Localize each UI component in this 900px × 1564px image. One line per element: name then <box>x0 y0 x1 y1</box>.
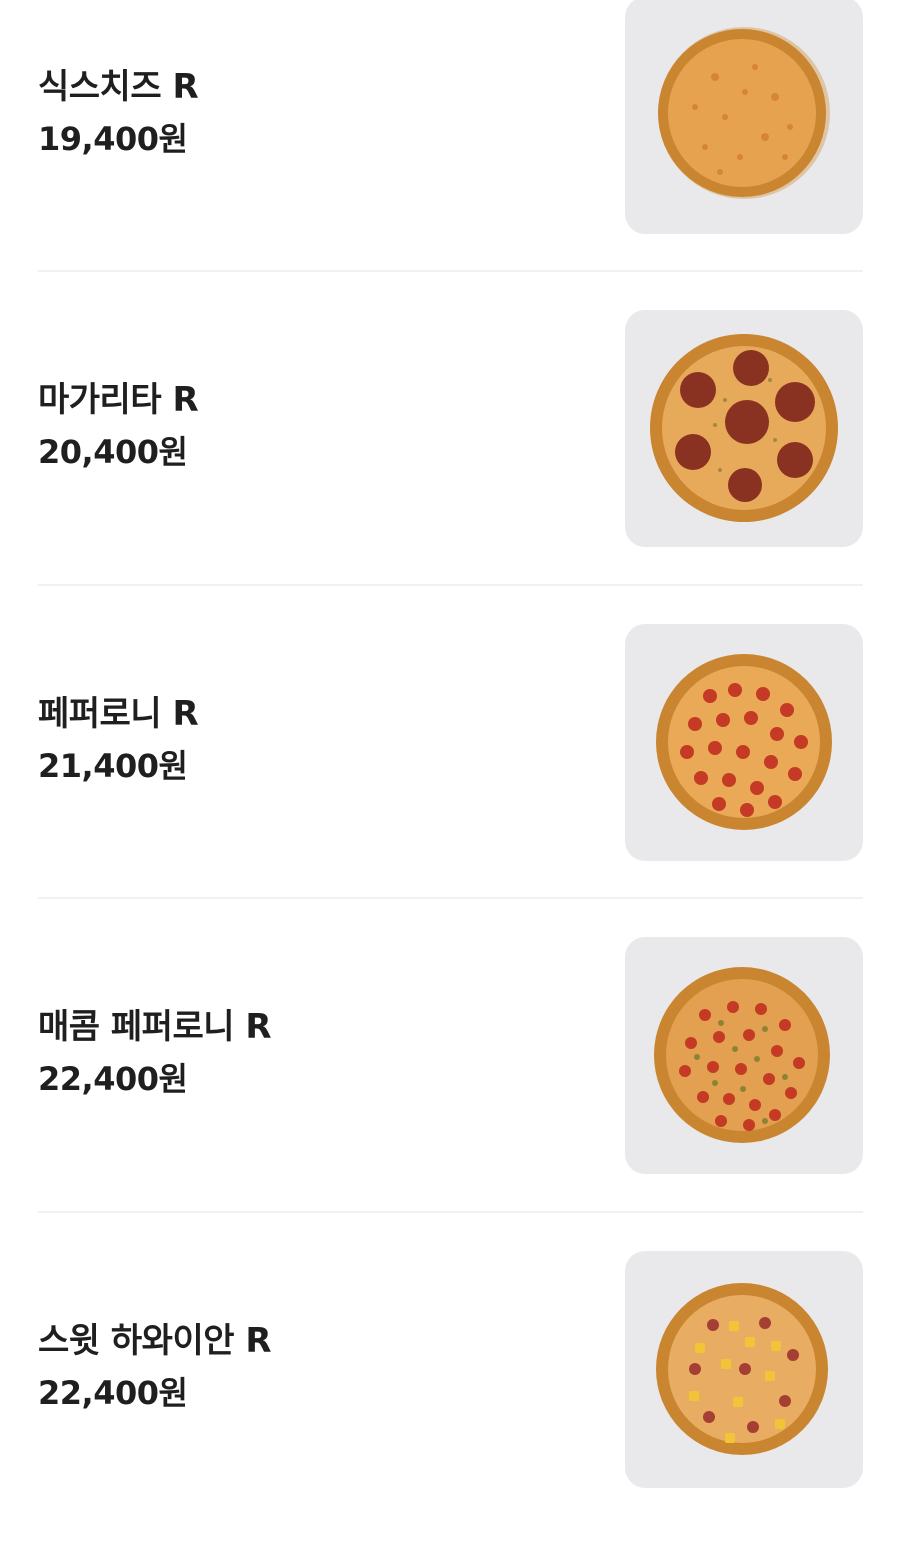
menu-item-text: 매콤 페퍼로니 R 22,400원 <box>38 1005 272 1101</box>
menu-item-price: 22,400원 <box>38 1374 188 1412</box>
menu-item-name: 스윗 하와이안 R <box>38 1321 272 1361</box>
menu-item-spicy-pepperoni[interactable]: 매콤 페퍼로니 R 22,400원 <box>0 937 900 1250</box>
menu-item-text: 스윗 하와이안 R 22,400원 <box>38 1319 272 1415</box>
menu-item-text: 식스치즈 R 19,400원 <box>38 65 199 161</box>
menu-item-price: 21,400원 <box>38 747 188 785</box>
divider <box>38 897 863 899</box>
menu-item-price: 19,400원 <box>38 120 188 158</box>
menu-list: 식스치즈 R 19,400원 마가리타 R 20,400원 페퍼로니 R 21,… <box>0 0 900 1503</box>
menu-item-pepperoni[interactable]: 페퍼로니 R 21,400원 <box>0 624 900 937</box>
menu-item-name: 마가리타 R <box>38 380 199 420</box>
spicy-pepperoni-pizza-icon <box>625 937 863 1174</box>
divider <box>38 270 863 272</box>
menu-item-price: 20,400원 <box>38 433 188 471</box>
divider <box>38 1211 863 1213</box>
menu-item-six-cheese[interactable]: 식스치즈 R 19,400원 <box>0 0 900 310</box>
menu-item-name: 페퍼로니 R <box>38 694 199 734</box>
sweet-hawaiian-pizza-icon <box>625 1251 863 1488</box>
menu-item-name: 매콤 페퍼로니 R <box>38 1007 272 1047</box>
menu-item-text: 마가리타 R 20,400원 <box>38 378 199 474</box>
margherita-pizza-icon <box>625 310 863 547</box>
menu-item-name: 식스치즈 R <box>38 67 199 107</box>
menu-item-text: 페퍼로니 R 21,400원 <box>38 692 199 788</box>
six-cheese-pizza-icon <box>625 0 863 234</box>
menu-item-sweet-hawaiian[interactable]: 스윗 하와이안 R 22,400원 <box>0 1251 900 1564</box>
pepperoni-pizza-icon <box>625 624 863 861</box>
menu-item-margherita[interactable]: 마가리타 R 20,400원 <box>0 310 900 623</box>
menu-item-price: 22,400원 <box>38 1060 188 1098</box>
divider <box>38 584 863 586</box>
